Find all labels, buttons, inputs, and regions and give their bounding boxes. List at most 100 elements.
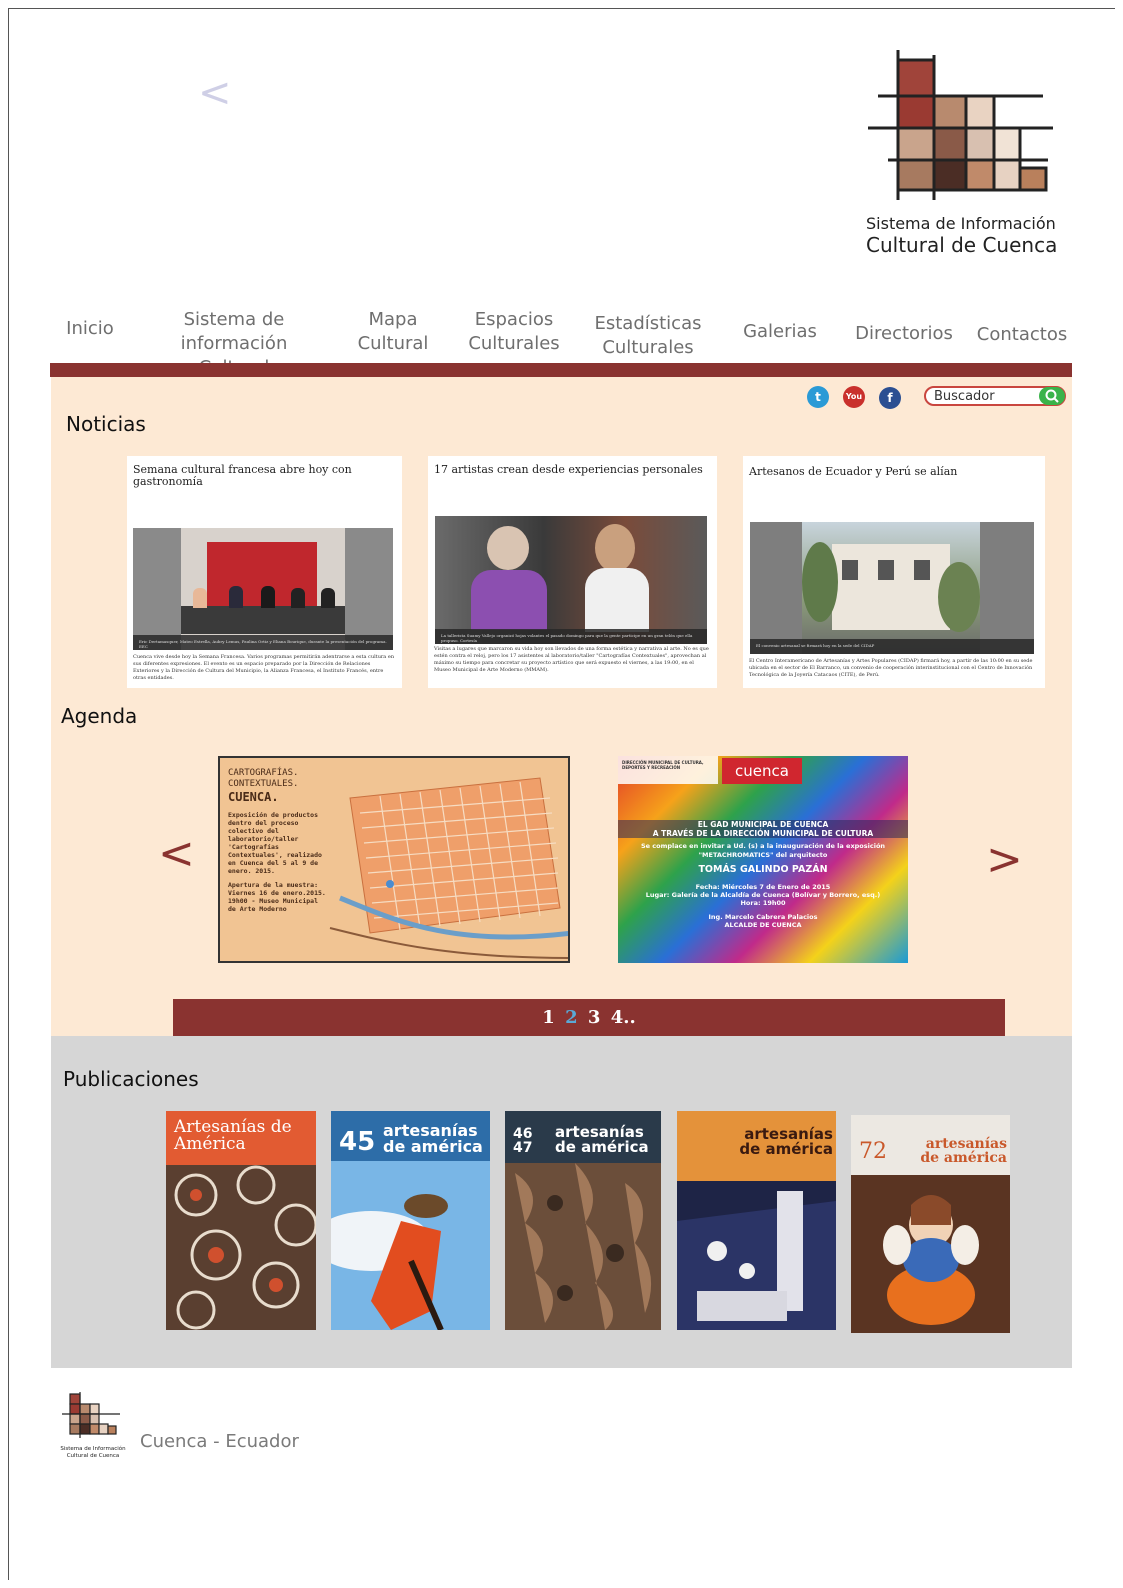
cover-number: 45 [339, 1127, 376, 1157]
nav-contactos[interactable]: Contactos [972, 323, 1072, 347]
agenda-pager: 1 2 3 4.. [173, 999, 1005, 1036]
page-4[interactable]: 4.. [611, 1007, 636, 1028]
nav-label: Estadísticas [594, 313, 702, 334]
footer-logo-mark [62, 1392, 120, 1438]
news-card-image[interactable]: El convenio artesanal se firmará hoy en … [750, 522, 1034, 654]
publication-cover[interactable]: artesanías de américa [677, 1111, 836, 1330]
agenda-next-arrow[interactable]: > [986, 834, 1023, 885]
poster-line: TOMÁS GALINDO PAZÁN [698, 864, 828, 875]
youtube-icon[interactable]: You [843, 386, 865, 408]
cover-title: artesanías de américa [383, 1121, 483, 1156]
cover-artwork [677, 1181, 836, 1330]
agenda-prev-arrow[interactable]: < [158, 828, 195, 879]
page-2[interactable]: 2 [565, 1007, 578, 1028]
nav-label: Culturales [602, 337, 694, 358]
nav-espacios-culturales[interactable]: Espacios Culturales [464, 308, 564, 356]
page-3[interactable]: 3 [588, 1007, 601, 1028]
footer-logo[interactable]: Sistema de Información Cultural de Cuenc… [58, 1392, 128, 1464]
poster-org: DIRECCIÓN MUNICIPAL DE CULTURA, DEPORTES… [622, 760, 704, 770]
search-icon [1045, 389, 1059, 403]
poster-footer: Apertura de la muestra: Viernes 16 de en… [228, 881, 326, 913]
poster-line: ALCALDE DE CUENCA [724, 921, 802, 929]
nav-label: Directorios [855, 323, 953, 344]
nav-inicio[interactable]: Inicio [50, 317, 130, 341]
nav-label: Cultural [357, 333, 429, 354]
news-card-image[interactable]: Eric Dertamasquer, Mateo Estrella, Aubry… [133, 528, 393, 650]
cover-artwork [505, 1163, 661, 1330]
news-card-body: Visitas a lugares que marcaron su vida h… [434, 646, 709, 673]
news-card-caption: El convenio artesanal se firmará hoy en … [750, 639, 1034, 654]
poster-line: A TRAVÉS DE LA DIRECCIÓN MUNICIPAL DE CU… [618, 829, 908, 838]
nav-divider-bar [50, 363, 1072, 377]
nav-label: Sistema de [183, 309, 285, 330]
cover-title: Artesanías de América [174, 1117, 292, 1154]
poster-text: EL GAD MUNICIPAL DE CUENCA A TRAVÉS DE L… [618, 820, 908, 950]
logo-title-line1: Sistema de Información [866, 214, 1056, 233]
poster-line: Hora: 19h00 [740, 899, 786, 907]
news-card[interactable]: 17 artistas crean desde experiencias per… [428, 456, 717, 688]
publication-cover[interactable]: 72 artesanías de américa [851, 1115, 1010, 1333]
search-input[interactable] [934, 388, 1042, 404]
cover-artwork [331, 1161, 490, 1330]
cover-artwork [851, 1175, 1010, 1333]
noticias-title: Noticias [66, 412, 146, 436]
footer-logo-line2: Cultural de Cuenca [66, 1453, 120, 1459]
news-card[interactable]: Artesanos de Ecuador y Perú se alían El … [743, 456, 1045, 688]
poster-brand: cuenca [722, 758, 802, 784]
cover-number: 46 47 [513, 1126, 533, 1156]
nav-label: Espacios [474, 309, 554, 330]
nav-label: Mapa [368, 309, 418, 330]
nav-directorios[interactable]: Directorios [848, 322, 960, 346]
cover-artwork [166, 1165, 316, 1330]
news-card-caption: La tallerista Suamy Vallejo organizó hoj… [435, 629, 707, 644]
news-card[interactable]: Semana cultural francesa abre hoy con ga… [127, 456, 402, 688]
publication-cover[interactable]: Artesanías de América [166, 1111, 316, 1330]
news-card-title[interactable]: Artesanos de Ecuador y Perú se alían [749, 466, 1035, 478]
news-card-title[interactable]: Semana cultural francesa abre hoy con ga… [133, 464, 392, 488]
page-1[interactable]: 1 [542, 1007, 555, 1028]
cover-title: artesanías de américa [920, 1136, 1007, 1166]
footer-location: Cuenca - Ecuador [140, 1431, 299, 1452]
logo-title-line2: Cultural de Cuenca [866, 233, 1058, 257]
nav-estadisticas-culturales[interactable]: Estadísticas Culturales [588, 312, 708, 360]
nav-label: Inicio [66, 318, 114, 339]
search-box [924, 386, 1066, 406]
poster-body: Exposición de productos dentro del proce… [228, 811, 322, 875]
news-card-caption: Eric Dertamasquer, Mateo Estrella, Aubry… [133, 635, 393, 650]
main-nav: Inicio Sistema de información Cultural M… [50, 305, 1072, 378]
logo-title: Sistema de Información Cultural de Cuenc… [866, 214, 1081, 257]
agenda-title: Agenda [61, 704, 138, 728]
cover-title: artesanías de américa [555, 1123, 649, 1156]
poster-text: CARTOGRAFÍAS. CONTEXTUALES. CUENCA. Expo… [228, 768, 328, 913]
poster-line: Fecha: Miércoles 7 de Enero de 2015 [695, 883, 831, 891]
poster-line: Ing. Marcelo Cabrera Palacios [708, 913, 818, 921]
poster-line: Lugar: Galería de la Alcaldía de Cuenca … [645, 891, 881, 899]
publication-cover[interactable]: 45 artesanías de américa [331, 1111, 490, 1330]
footer-logo-line1: Sistema de Información [60, 1446, 126, 1452]
cover-title: artesanías de américa [739, 1125, 833, 1158]
poster-line: EL GAD MUNICIPAL DE CUENCA [618, 820, 908, 829]
poster-heading: CARTOGRAFÍAS. [228, 768, 299, 778]
cover-number: 72 [859, 1139, 887, 1164]
back-arrow-icon[interactable]: < [198, 70, 232, 116]
publication-cover[interactable]: 46 47 artesanías de américa [505, 1111, 661, 1330]
poster-line: Se complace en invitar a Ud. (s) a la in… [640, 842, 886, 850]
poster-heading: CONTEXTUALES. [228, 779, 299, 789]
poster-line: "METACHROMATICS" del arquitecto [698, 851, 828, 859]
facebook-icon[interactable]: f [879, 387, 901, 409]
agenda-poster-metachromatics[interactable]: DIRECCIÓN MUNICIPAL DE CULTURA, DEPORTES… [618, 756, 908, 963]
site-logo[interactable] [868, 50, 1068, 210]
agenda-poster-cartografias[interactable]: CARTOGRAFÍAS. CONTEXTUALES. CUENCA. Expo… [218, 756, 570, 963]
news-card-image[interactable]: La tallerista Suamy Vallejo organizó hoj… [435, 516, 707, 644]
news-card-title[interactable]: 17 artistas crean desde experiencias per… [434, 464, 707, 476]
nav-label: Contactos [976, 324, 1068, 345]
publicaciones-title: Publicaciones [63, 1067, 199, 1091]
news-card-body: El Centro Interamericano de Artesanías y… [749, 658, 1033, 678]
nav-label: Culturales [468, 333, 560, 354]
search-button[interactable] [1039, 387, 1065, 405]
nav-label: Galerias [743, 321, 817, 342]
twitter-icon[interactable]: t [807, 386, 829, 408]
nav-galerias[interactable]: Galerias [736, 320, 824, 344]
nav-mapa-cultural[interactable]: Mapa Cultural [348, 308, 438, 356]
news-card-body: Cuenca vive desde hoy la Semana Francesa… [133, 654, 395, 681]
